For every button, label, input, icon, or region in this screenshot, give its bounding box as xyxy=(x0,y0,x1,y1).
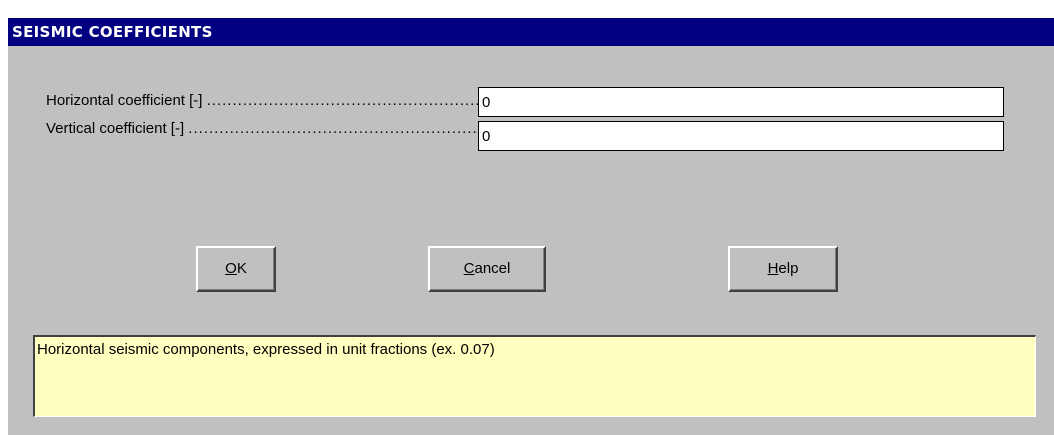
ok-label-rest: K xyxy=(236,260,247,277)
horizontal-coefficient-label-text: Horizontal coefficient [-] xyxy=(46,92,203,109)
help-label-rest: elp xyxy=(778,260,799,277)
vertical-coefficient-label: Vertical coefficient [-] ...............… xyxy=(46,116,478,142)
horizontal-coefficient-input[interactable] xyxy=(478,87,1004,117)
context-help-panel: Horizontal seismic components, expressed… xyxy=(33,335,1036,417)
seismic-coefficients-dialog: SEISMIC COEFFICIENTS Horizontal coeffici… xyxy=(8,18,1054,435)
ok-mnemonic: O xyxy=(225,260,237,277)
cancel-label-rest: ancel xyxy=(474,260,511,277)
help-button[interactable]: Help xyxy=(728,246,838,292)
cancel-mnemonic: C xyxy=(463,260,475,277)
help-mnemonic: H xyxy=(767,260,779,277)
vertical-coefficient-input[interactable] xyxy=(478,121,1004,151)
ok-button[interactable]: OK xyxy=(196,246,276,292)
horizontal-coefficient-label: Horizontal coefficient [-] .............… xyxy=(46,88,478,114)
dialog-title: SEISMIC COEFFICIENTS xyxy=(8,18,1054,46)
label-leader-dots: ........................................… xyxy=(188,120,478,137)
label-leader-dots: ........................................… xyxy=(206,92,478,109)
vertical-coefficient-label-text: Vertical coefficient [-] xyxy=(46,120,185,137)
cancel-button[interactable]: Cancel xyxy=(428,246,546,292)
